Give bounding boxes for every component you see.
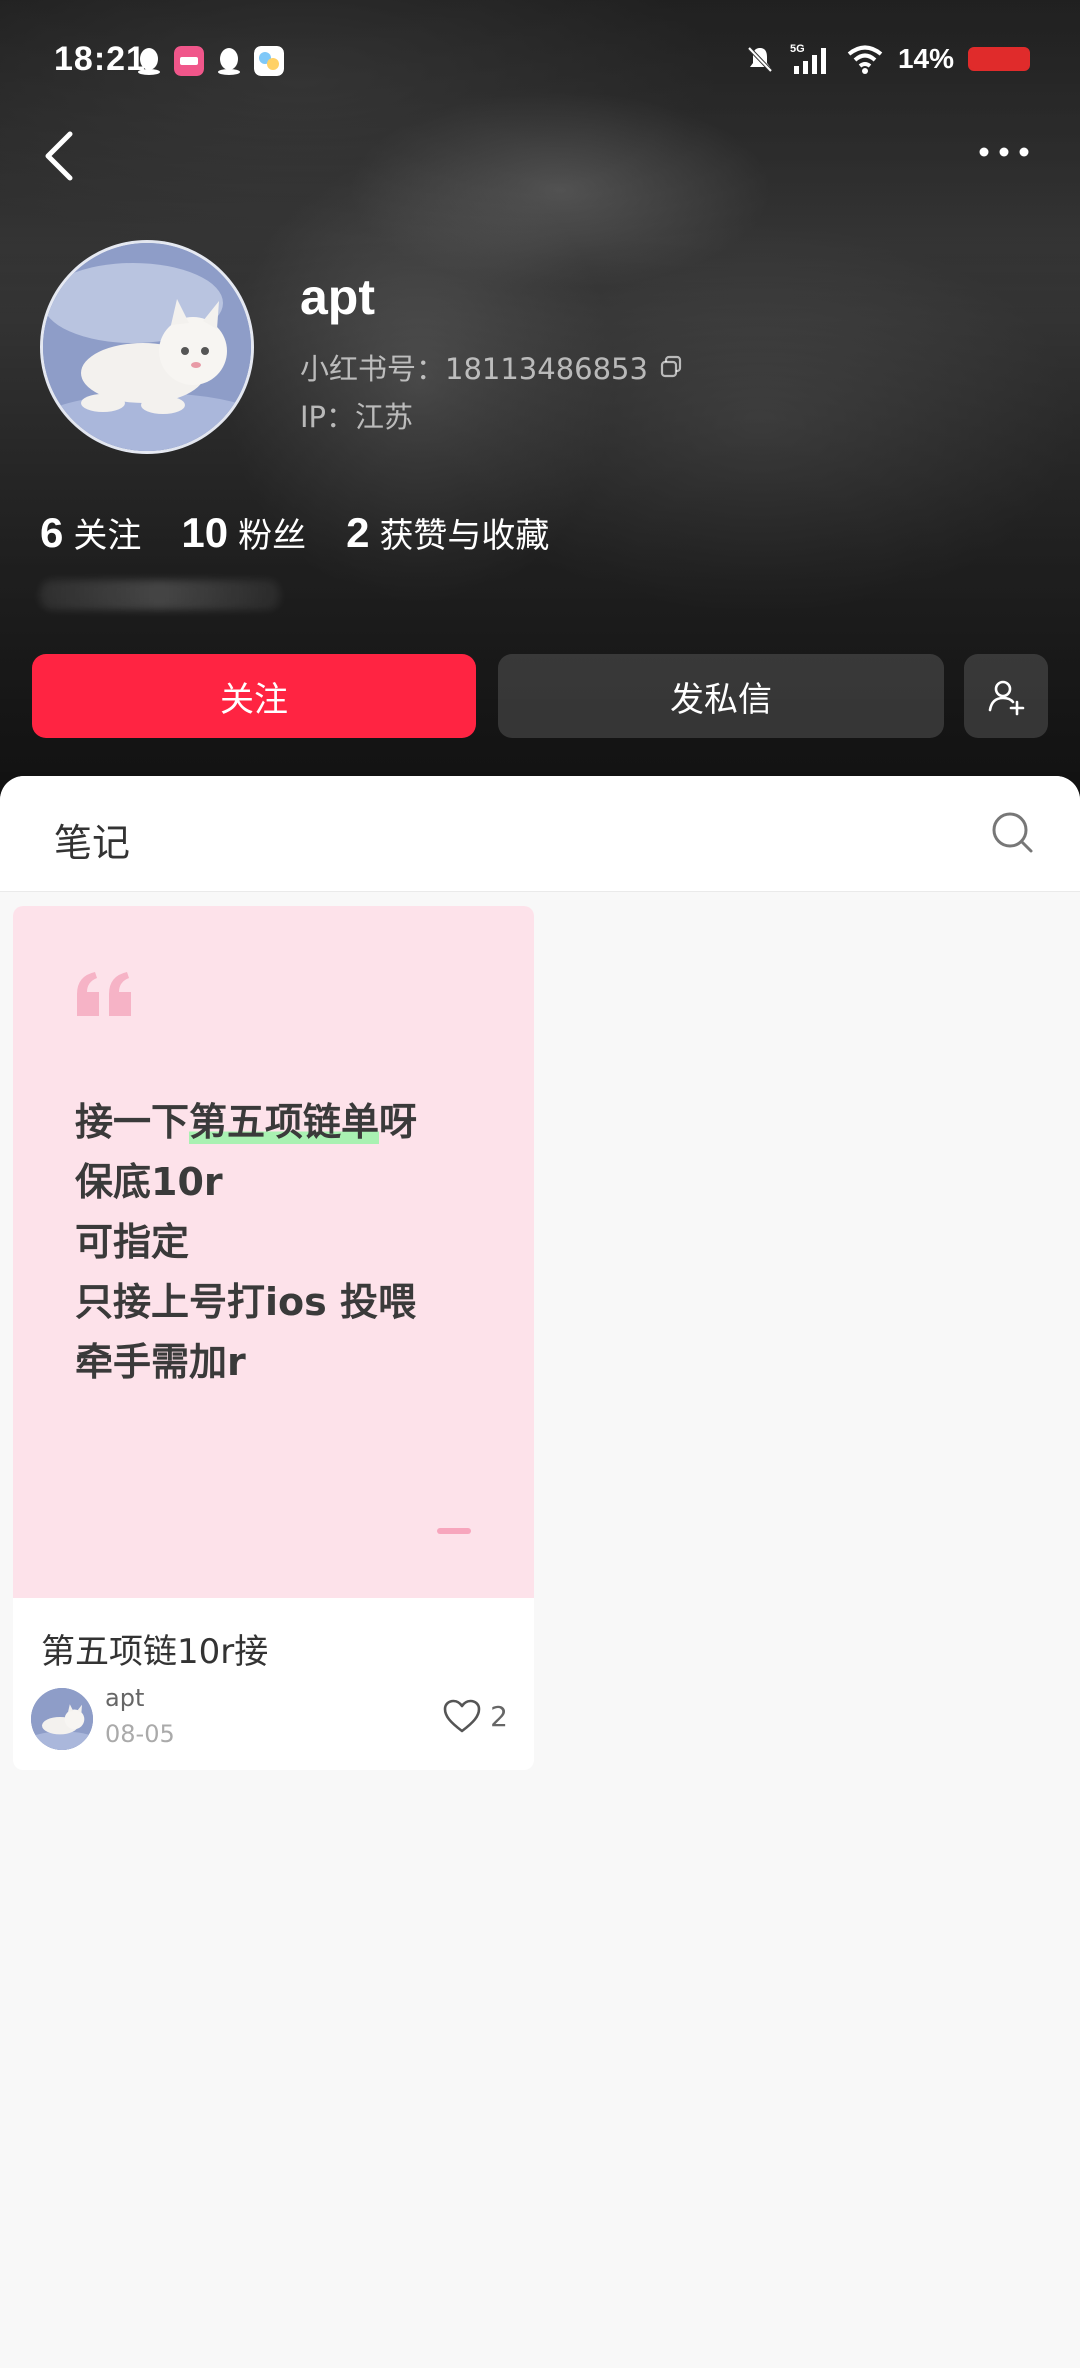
send-message-button[interactable]: 发私信	[498, 654, 944, 738]
cover-line: 保底10r	[75, 1160, 223, 1204]
notes-panel: 笔记 接一下第五项链单呀 保底10r 可指定 只接上号打ios 投喂 牵手需加r…	[0, 776, 1080, 2368]
cover-line: 只接上号打ios 投喂	[75, 1280, 416, 1324]
red-id: 小红书号：18113486853	[300, 346, 684, 388]
note-title: 第五项链10r接	[41, 1632, 269, 1672]
red-id-text: 小红书号：18113486853	[300, 352, 648, 386]
status-app-icons	[134, 46, 284, 76]
wifi-icon	[847, 45, 883, 74]
stat-likes-collects[interactable]: 2 获赞与收藏	[346, 508, 549, 557]
avatar[interactable]	[40, 240, 254, 454]
app-icon	[254, 46, 284, 76]
cover-line: 牵手需加r	[75, 1340, 246, 1384]
follow-button[interactable]: 关注	[32, 654, 476, 738]
stat-value: 10	[181, 509, 229, 556]
stat-label: 粉丝	[238, 516, 307, 556]
search-icon[interactable]	[990, 810, 1034, 854]
stat-label: 获赞与收藏	[379, 516, 550, 556]
kitten-avatar-image	[31, 1688, 93, 1750]
lofter-icon	[174, 46, 204, 76]
status-bar: 18:21 5G 14%	[0, 0, 1080, 120]
stat-label: 关注	[73, 516, 142, 556]
note-card[interactable]: 接一下第五项链单呀 保底10r 可指定 只接上号打ios 投喂 牵手需加r 第五…	[13, 906, 534, 1770]
like-count: 2	[490, 1699, 508, 1733]
tab-notes[interactable]: 笔记	[54, 812, 130, 867]
stat-value: 2	[346, 509, 370, 556]
note-author-avatar[interactable]	[31, 1688, 93, 1750]
note-cover: 接一下第五项链单呀 保底10r 可指定 只接上号打ios 投喂 牵手需加r	[13, 906, 534, 1598]
stat-value: 6	[40, 509, 64, 556]
kitten-avatar-image	[43, 243, 251, 451]
heart-icon	[443, 1699, 481, 1733]
notes-tabbar: 笔记	[0, 776, 1080, 892]
qq-icon	[218, 48, 240, 75]
cover-text-highlight: 第五项链单	[189, 1100, 380, 1144]
profile-header: 18:21 5G 14% apt 小红书号：18113486853 IP：江苏 …	[0, 0, 1080, 800]
battery-icon	[968, 47, 1030, 71]
cover-line: 可指定	[75, 1220, 190, 1264]
back-arrow-icon[interactable]	[40, 128, 80, 184]
cover-dash-decoration	[437, 1528, 471, 1534]
copy-icon[interactable]	[658, 354, 684, 380]
svg-text:5G: 5G	[790, 43, 805, 55]
qq-icon	[138, 48, 160, 75]
mute-bell-icon	[747, 46, 773, 73]
signal-icon: 5G	[790, 43, 826, 74]
blurred-bio	[40, 580, 280, 610]
ip-location: IP：江苏	[300, 400, 414, 434]
battery-percent: 14%	[897, 43, 954, 74]
profile-username: apt	[300, 269, 375, 325]
cover-text-part: 接一下	[75, 1100, 190, 1144]
note-cover-text: 接一下第五项链单呀 保底10r 可指定 只接上号打ios 投喂 牵手需加r	[75, 1092, 515, 1392]
quote-icon	[77, 972, 131, 1016]
add-friend-button[interactable]	[964, 654, 1048, 738]
more-options-icon[interactable]	[976, 140, 1032, 164]
status-time: 18:21	[54, 40, 146, 78]
note-date: 08-05	[105, 1720, 175, 1748]
note-author: apt	[105, 1684, 145, 1712]
cover-line: 接一下第五项链单呀	[75, 1092, 515, 1152]
like-control[interactable]: 2	[442, 1698, 508, 1734]
status-indicators: 5G 14%	[744, 42, 1030, 76]
stat-following[interactable]: 6 关注	[40, 508, 141, 557]
profile-stats: 6 关注 10 粉丝 2 获赞与收藏	[40, 508, 549, 557]
stat-followers[interactable]: 10 粉丝	[181, 508, 306, 557]
add-user-icon	[988, 680, 1025, 716]
cover-text-part: 呀	[379, 1100, 418, 1144]
